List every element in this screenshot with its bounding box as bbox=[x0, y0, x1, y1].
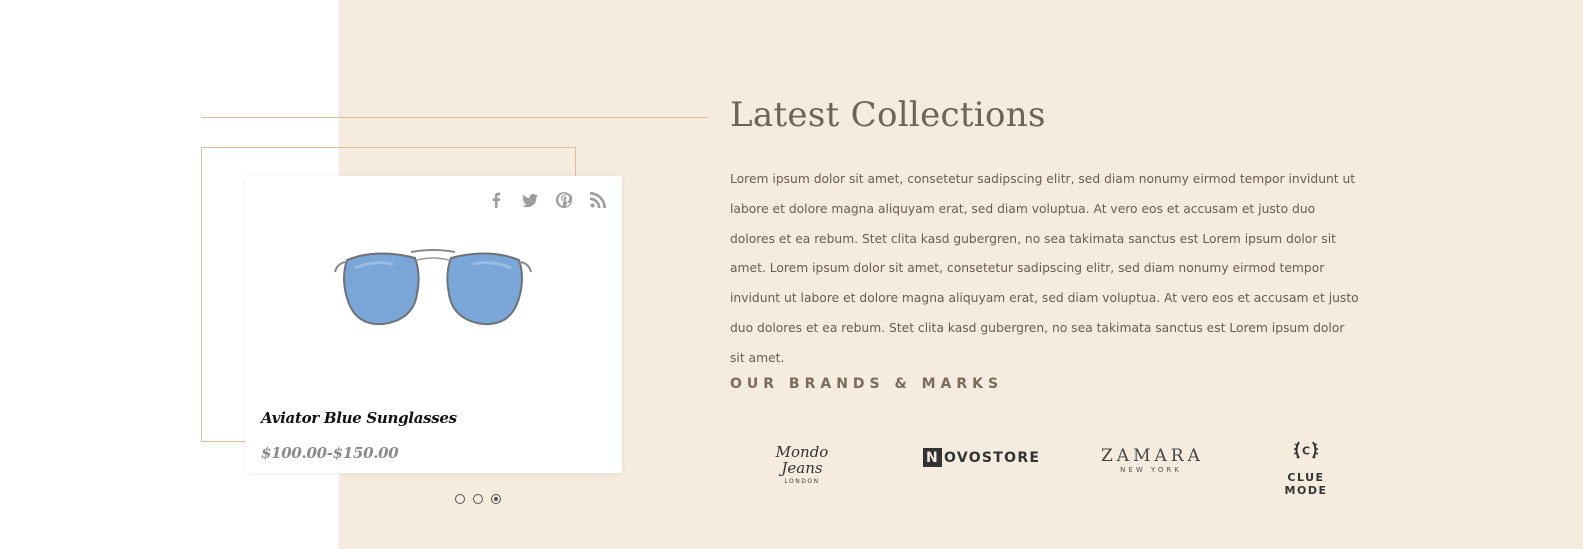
laurel-emblem-icon: C bbox=[1293, 441, 1319, 459]
carousel-dot-2[interactable] bbox=[473, 494, 483, 504]
brand-clue-name: CLUE MODE bbox=[1284, 471, 1328, 497]
brand-logo-zamara[interactable]: ZAMARA NEW YORK bbox=[1101, 447, 1201, 474]
decorative-line bbox=[201, 117, 709, 118]
clue-emblem-letter: C bbox=[1302, 445, 1310, 458]
brands-title: OUR BRANDS & MARKS bbox=[730, 376, 1004, 392]
brand-novo-letter: N bbox=[923, 448, 942, 467]
pinterest-icon[interactable] bbox=[554, 190, 574, 210]
brand-mondo-name: Mondo Jeans bbox=[775, 443, 829, 477]
product-card[interactable]: Aviator Blue Sunglasses $100.00-$150.00 bbox=[245, 176, 622, 473]
twitter-icon[interactable] bbox=[520, 190, 540, 210]
brand-novo-rest: OVOSTORE bbox=[944, 449, 1041, 466]
section-paragraph: Lorem ipsum dolor sit amet, consetetur s… bbox=[730, 172, 1359, 365]
product-name[interactable]: Aviator Blue Sunglasses bbox=[261, 409, 457, 427]
carousel-dot-3[interactable] bbox=[491, 494, 501, 504]
brand-logo-mondo-jeans[interactable]: Mondo Jeans LONDON bbox=[760, 444, 844, 485]
facebook-icon[interactable] bbox=[486, 190, 506, 210]
aviator-sunglasses-image[interactable] bbox=[333, 238, 533, 338]
brand-zamara-sub: NEW YORK bbox=[1120, 466, 1182, 474]
carousel-dot-1[interactable] bbox=[455, 494, 465, 504]
brand-logo-clue-mode[interactable]: C CLUE MODE bbox=[1265, 436, 1347, 497]
brand-zamara-name: ZAMARA bbox=[1101, 446, 1204, 466]
brand-mondo-sub: LONDON bbox=[784, 478, 820, 485]
brand-logo-novostore[interactable]: N OVOSTORE bbox=[923, 448, 1040, 467]
product-price: $100.00-$150.00 bbox=[261, 444, 399, 462]
section-heading: Latest Collections bbox=[730, 95, 1046, 135]
social-share-icons bbox=[486, 190, 608, 210]
rss-icon[interactable] bbox=[588, 190, 608, 210]
carousel-dots bbox=[455, 494, 501, 504]
